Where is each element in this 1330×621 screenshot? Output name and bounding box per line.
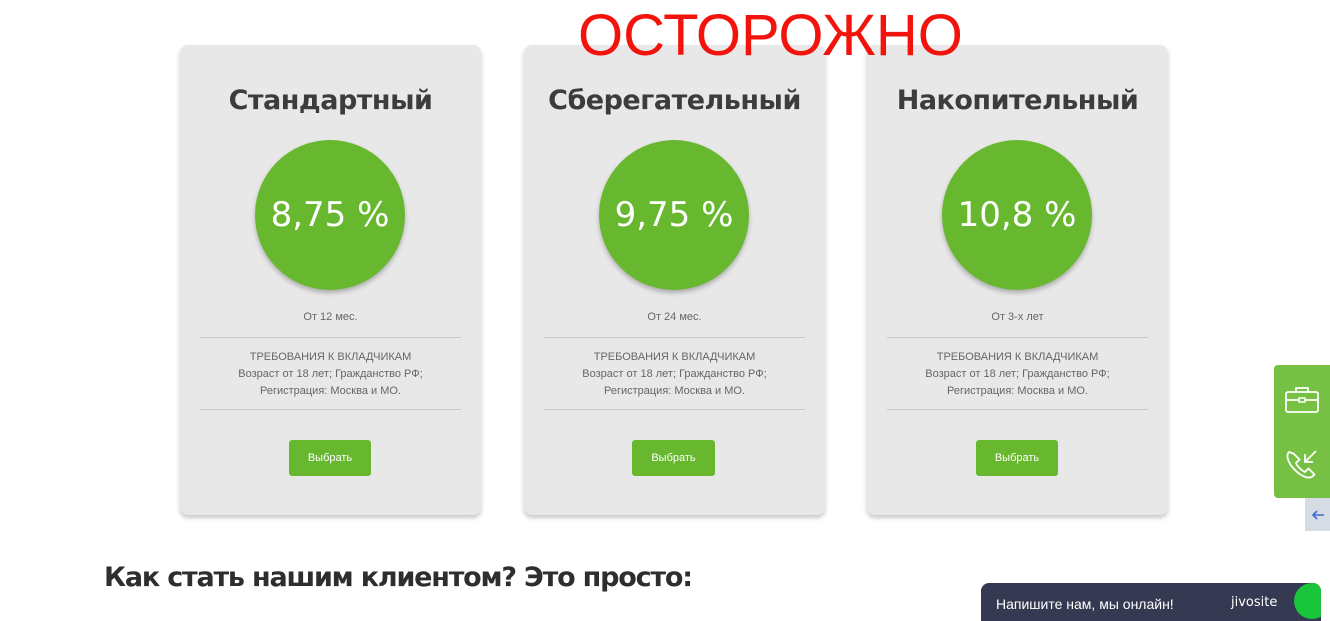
section-heading: Как стать нашим клиентом? Это просто: [104, 562, 693, 593]
divider [887, 409, 1148, 410]
select-plan-button[interactable]: Выбрать [289, 440, 371, 476]
callback-button[interactable] [1274, 435, 1330, 495]
rate-circle: 8,75 % [255, 140, 405, 290]
divider [887, 337, 1148, 338]
jivosite-logo: jivosite [1231, 595, 1278, 610]
briefcase-button[interactable] [1274, 369, 1330, 429]
select-plan-button[interactable]: Выбрать [632, 440, 715, 476]
plan-term: От 24 мес. [647, 311, 702, 323]
plan-term: От 12 мес. [303, 311, 358, 323]
rate-value: 9,75 % [614, 195, 734, 235]
requirements-line: Возраст от 18 лет; Гражданство РФ; [582, 368, 767, 380]
phone-callback-icon [1286, 450, 1317, 479]
requirements-title: ТРЕБОВАНИЯ К ВКЛАДЧИКАМ [249, 351, 412, 363]
divider [200, 337, 461, 338]
page: ОСТОРОЖНО Стандартный 8,75 % От 12 мес. … [0, 0, 1330, 621]
plan-title: Накопительный [896, 85, 1139, 116]
plan-term: От 3-х лет [991, 311, 1044, 323]
requirements-line: Возраст от 18 лет; Гражданство РФ; [925, 368, 1110, 380]
requirements-line: Регистрация: Москва и МО. [259, 385, 401, 397]
requirements-line: Регистрация: Москва и МО. [946, 385, 1088, 397]
divider [544, 337, 805, 338]
rate-value: 10,8 % [957, 195, 1077, 235]
divider [544, 409, 805, 410]
chat-label: Напишите нам, мы онлайн! [996, 596, 1174, 612]
divider [200, 409, 461, 410]
requirements-title: ТРЕБОВАНИЯ К ВКЛАДЧИКАМ [593, 351, 756, 363]
chat-widget-bar[interactable]: Напишите нам, мы онлайн! jivosite [981, 583, 1321, 621]
requirements-line: Регистрация: Москва и МО. [603, 385, 745, 397]
plan-requirements: ТРЕБОВАНИЯ К ВКЛАДЧИКАМ Возраст от 18 ле… [867, 349, 1168, 400]
plan-card-savings: Сберегательный 9,75 % От 24 мес. ТРЕБОВА… [524, 45, 825, 515]
side-contact-panel [1274, 365, 1330, 498]
select-plan-button[interactable]: Выбрать [976, 440, 1058, 476]
arrow-left-icon [1311, 509, 1324, 520]
plan-requirements: ТРЕБОВАНИЯ К ВКЛАДЧИКАМ Возраст от 18 ле… [180, 349, 481, 400]
plan-title: Сберегательный [548, 85, 801, 116]
plan-card-accumulative: Накопительный 10,8 % От 3-х лет ТРЕБОВАН… [867, 45, 1168, 515]
briefcase-icon [1285, 387, 1319, 413]
plan-requirements: ТРЕБОВАНИЯ К ВКЛАДЧИКАМ Возраст от 18 ле… [524, 349, 825, 400]
requirements-line: Возраст от 18 лет; Гражданство РФ; [238, 368, 423, 380]
warning-overlay-text: ОСТОРОЖНО [578, 3, 963, 68]
rate-circle: 10,8 % [942, 140, 1092, 290]
collapse-panel-button[interactable] [1305, 498, 1330, 531]
requirements-title: ТРЕБОВАНИЯ К ВКЛАДЧИКАМ [936, 351, 1099, 363]
rate-value: 8,75 % [270, 195, 390, 235]
online-status-indicator [1294, 583, 1321, 619]
rate-circle: 9,75 % [599, 140, 749, 290]
plan-card-standard: Стандартный 8,75 % От 12 мес. ТРЕБОВАНИЯ… [180, 45, 481, 515]
plan-title: Стандартный [228, 85, 433, 116]
